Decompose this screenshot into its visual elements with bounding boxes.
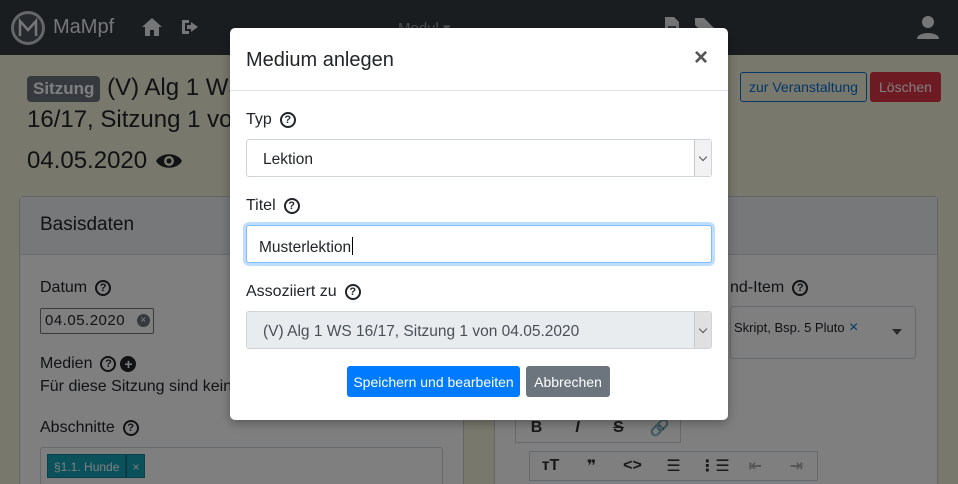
assoziiert-label: Assoziiert zu	[246, 283, 337, 300]
assoziiert-select-value: (V) Alg 1 WS 16/17, Sitzung 1 von 04.05.…	[263, 323, 580, 340]
modal-title: Medium anlegen	[246, 49, 394, 71]
chevron-down-icon	[694, 312, 711, 348]
typ-select-value: Lektion	[263, 151, 313, 168]
typ-select[interactable]: Lektion	[246, 139, 712, 177]
help-icon[interactable]: ?	[344, 284, 361, 300]
typ-label-row: Typ ?	[246, 111, 296, 129]
close-icon[interactable]: ×	[694, 46, 708, 70]
help-icon[interactable]: ?	[279, 112, 296, 128]
modal-header: Medium anlegen ×	[230, 28, 728, 91]
titel-input-value: Musterlektion	[259, 237, 354, 257]
titel-label-row: Titel ?	[246, 197, 300, 215]
titel-input[interactable]: Musterlektion	[246, 225, 712, 263]
titel-input-text: Musterlektion	[259, 239, 352, 256]
typ-label: Typ	[246, 111, 272, 128]
text-cursor	[352, 237, 354, 255]
cancel-button[interactable]: Abbrechen	[526, 366, 610, 397]
save-and-edit-button[interactable]: Speichern und bearbeiten	[347, 366, 520, 397]
help-icon[interactable]: ?	[283, 198, 300, 214]
chevron-down-icon[interactable]	[694, 140, 711, 176]
titel-label: Titel	[246, 197, 276, 214]
assoziiert-label-row: Assoziiert zu ?	[246, 283, 361, 301]
medium-anlegen-modal: Medium anlegen × Typ ? Lektion Titel ? M…	[230, 28, 728, 420]
assoziiert-select: (V) Alg 1 WS 16/17, Sitzung 1 von 04.05.…	[246, 311, 712, 349]
